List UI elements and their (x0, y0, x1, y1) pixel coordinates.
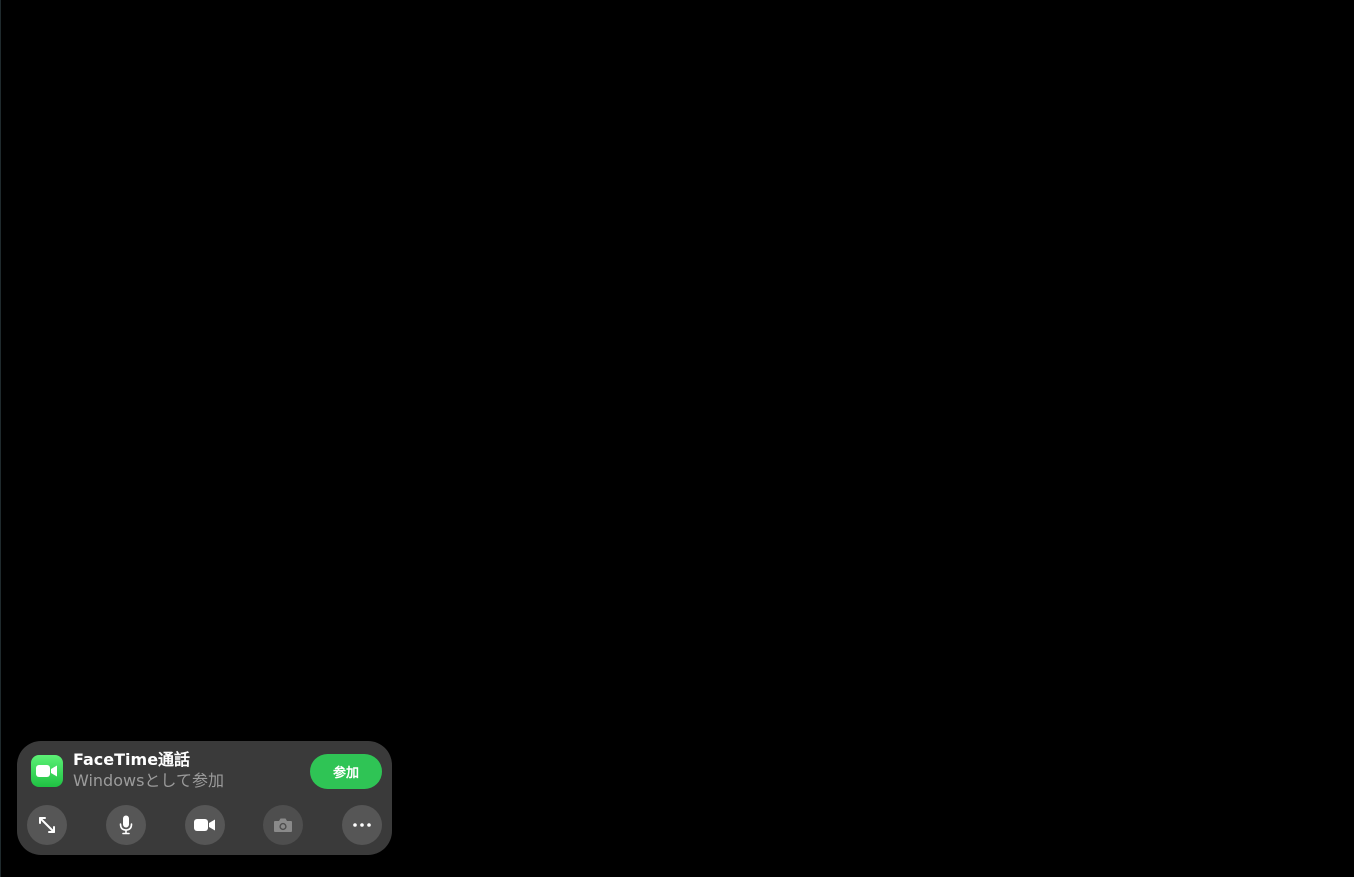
expand-button[interactable] (27, 805, 67, 845)
window-edge (0, 0, 1, 877)
call-title: FaceTime通話 (73, 750, 191, 769)
call-subtitle: Windowsとして参加 (73, 771, 224, 790)
video-stage: FaceTime通話 Windowsとして参加 参加 (0, 0, 1354, 877)
photo-button[interactable] (263, 805, 303, 845)
join-button[interactable]: 参加 (310, 754, 382, 789)
call-controls (27, 805, 383, 845)
photo-camera-icon (274, 818, 292, 832)
more-button[interactable] (342, 805, 382, 845)
expand-arrows-icon (39, 817, 55, 833)
microphone-icon (119, 815, 133, 835)
microphone-button[interactable] (106, 805, 146, 845)
video-camera-icon (194, 819, 215, 831)
ellipsis-icon (353, 823, 371, 827)
call-control-panel: FaceTime通話 Windowsとして参加 参加 (17, 741, 392, 855)
facetime-video-icon (31, 755, 63, 787)
camera-button[interactable] (185, 805, 225, 845)
